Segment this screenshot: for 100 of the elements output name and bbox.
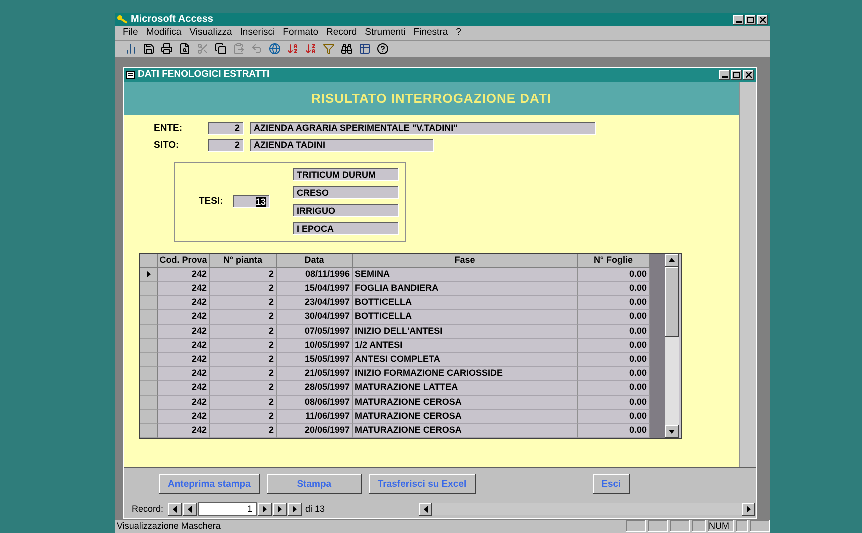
close-button[interactable]: [743, 70, 754, 80]
column-header[interactable]: Cod. Prova: [158, 254, 210, 268]
minimize-button[interactable]: [719, 70, 730, 80]
table-cell: MATURAZIONE LATTEA: [353, 381, 578, 396]
new-icon: [292, 506, 298, 513]
copy-icon[interactable]: [213, 41, 228, 56]
row-selector[interactable]: [140, 268, 158, 282]
menu-item[interactable]: File: [123, 27, 138, 38]
record-count: di 13: [306, 504, 326, 514]
field-label: ENTE:: [154, 122, 184, 134]
previous-icon: [186, 506, 193, 513]
table-cell: 2: [210, 324, 277, 339]
table-cell: BOTTICELLA: [353, 296, 578, 310]
table-cell: 242: [158, 296, 210, 310]
key-icon: [117, 15, 128, 24]
table-cell: 15/04/1997: [277, 282, 353, 296]
menu-item[interactable]: ?: [456, 27, 462, 38]
scroll-down-icon: [669, 428, 675, 436]
table-cell: 07/05/1997: [277, 324, 353, 339]
save-icon[interactable]: [141, 41, 156, 56]
num-lock-indicator: NUM: [708, 520, 734, 532]
horizontal-scrollbar[interactable]: [419, 503, 756, 516]
table-icon[interactable]: [357, 41, 372, 56]
table-cell: INIZIO DELL'ANTESI: [353, 324, 578, 339]
table-cell: 2: [210, 396, 277, 410]
close-icon: [760, 16, 766, 23]
scroll-right-icon: [746, 506, 752, 514]
menu-item[interactable]: Record: [326, 27, 358, 38]
table-cell: 2: [210, 282, 277, 296]
form-title: DATI FENOLOGICI ESTRATTI: [138, 69, 271, 80]
detail-field[interactable]: TRITICUM DURUM: [293, 168, 399, 182]
table-cell: 2: [210, 367, 277, 382]
table-cell: SEMINA: [353, 268, 578, 282]
table-cell: MATURAZIONE CEROSA: [353, 410, 578, 424]
table-cell: BOTTICELLA: [353, 310, 578, 325]
detail-field[interactable]: IRRIGUO: [293, 204, 399, 218]
table-cell: 242: [158, 310, 210, 325]
table-cell: 2: [210, 381, 277, 396]
printer-icon[interactable]: [159, 41, 174, 56]
maximize-icon: [733, 72, 740, 78]
table-cell: 30/04/1997: [277, 310, 353, 325]
detail-field[interactable]: I EPOCA: [293, 222, 399, 236]
table-cell: MATURAZIONE CEROSA: [353, 424, 578, 438]
code-field[interactable]: 13: [232, 195, 270, 208]
maximize-button[interactable]: [731, 70, 742, 80]
table-cell: 10/05/1997: [277, 338, 353, 354]
table-cell: 242: [158, 381, 210, 396]
menu-item[interactable]: Finestra: [414, 27, 448, 38]
first-icon: [172, 506, 178, 513]
menu-item[interactable]: Inserisci: [240, 27, 276, 38]
name-field[interactable]: AZIENDA AGRARIA SPERIMENTALE "V.TADINI": [250, 122, 596, 135]
table-cell: 242: [158, 353, 210, 368]
vertical-scrollbar[interactable]: [665, 254, 679, 438]
maximize-icon: [747, 16, 754, 23]
table-cell: ANTESI COMPLETA: [353, 353, 578, 368]
column-header[interactable]: Data: [277, 254, 353, 268]
table-cell: 242: [158, 324, 210, 339]
table-cell: FOGLIA BANDIERA: [353, 282, 578, 296]
field-label: TESI:: [199, 196, 224, 208]
scroll-up-icon: [669, 256, 675, 264]
next-record-button[interactable]: [258, 502, 272, 516]
table-cell: 242: [158, 396, 210, 410]
table-cell: 23/04/1997: [277, 296, 353, 310]
window-title: Microsoft Access: [131, 14, 214, 26]
table-cell: 242: [158, 410, 210, 424]
table-cell: 242: [158, 282, 210, 296]
menu-item[interactable]: Modifica: [146, 27, 182, 38]
first-record-button[interactable]: [168, 502, 182, 516]
code-field[interactable]: 2: [208, 138, 244, 152]
table-cell: 11/06/1997: [277, 410, 353, 424]
minimize-button[interactable]: [733, 14, 744, 25]
help-icon[interactable]: [375, 41, 390, 56]
column-header[interactable]: N° Foglie: [578, 254, 650, 268]
table-cell: 242: [158, 367, 210, 382]
table-cell: 28/05/1997: [277, 381, 353, 396]
form-heading: RISULTATO INTERROGAZIONE DATI: [124, 82, 739, 115]
code-field[interactable]: 2: [208, 122, 244, 135]
table-cell: 21/05/1997: [277, 367, 353, 382]
close-button[interactable]: [757, 14, 768, 25]
previous-record-button[interactable]: [182, 502, 197, 516]
form-icon: [126, 70, 135, 79]
menu-item[interactable]: Strumenti: [365, 27, 406, 38]
last-icon: [276, 506, 283, 513]
column-header[interactable]: Fase: [353, 254, 578, 268]
menu-item[interactable]: Formato: [283, 27, 319, 38]
find-icon[interactable]: [339, 41, 354, 56]
detail-field[interactable]: CRESO: [293, 186, 399, 200]
last-record-button[interactable]: [272, 502, 287, 516]
globe-icon[interactable]: [267, 41, 282, 56]
new-record-button[interactable]: [288, 502, 302, 516]
column-header[interactable]: N° pianta: [210, 254, 277, 268]
next-icon: [262, 506, 268, 513]
table-cell: 2: [210, 310, 277, 325]
table-cell: 242: [158, 424, 210, 438]
menu-item[interactable]: Visualizza: [190, 27, 232, 38]
name-field[interactable]: AZIENDA TADINI: [250, 138, 434, 152]
maximize-button[interactable]: [745, 14, 756, 25]
record-number-field[interactable]: 1: [198, 502, 257, 516]
row-selector[interactable]: [140, 424, 158, 438]
table-cell: 20/06/1997: [277, 424, 353, 438]
